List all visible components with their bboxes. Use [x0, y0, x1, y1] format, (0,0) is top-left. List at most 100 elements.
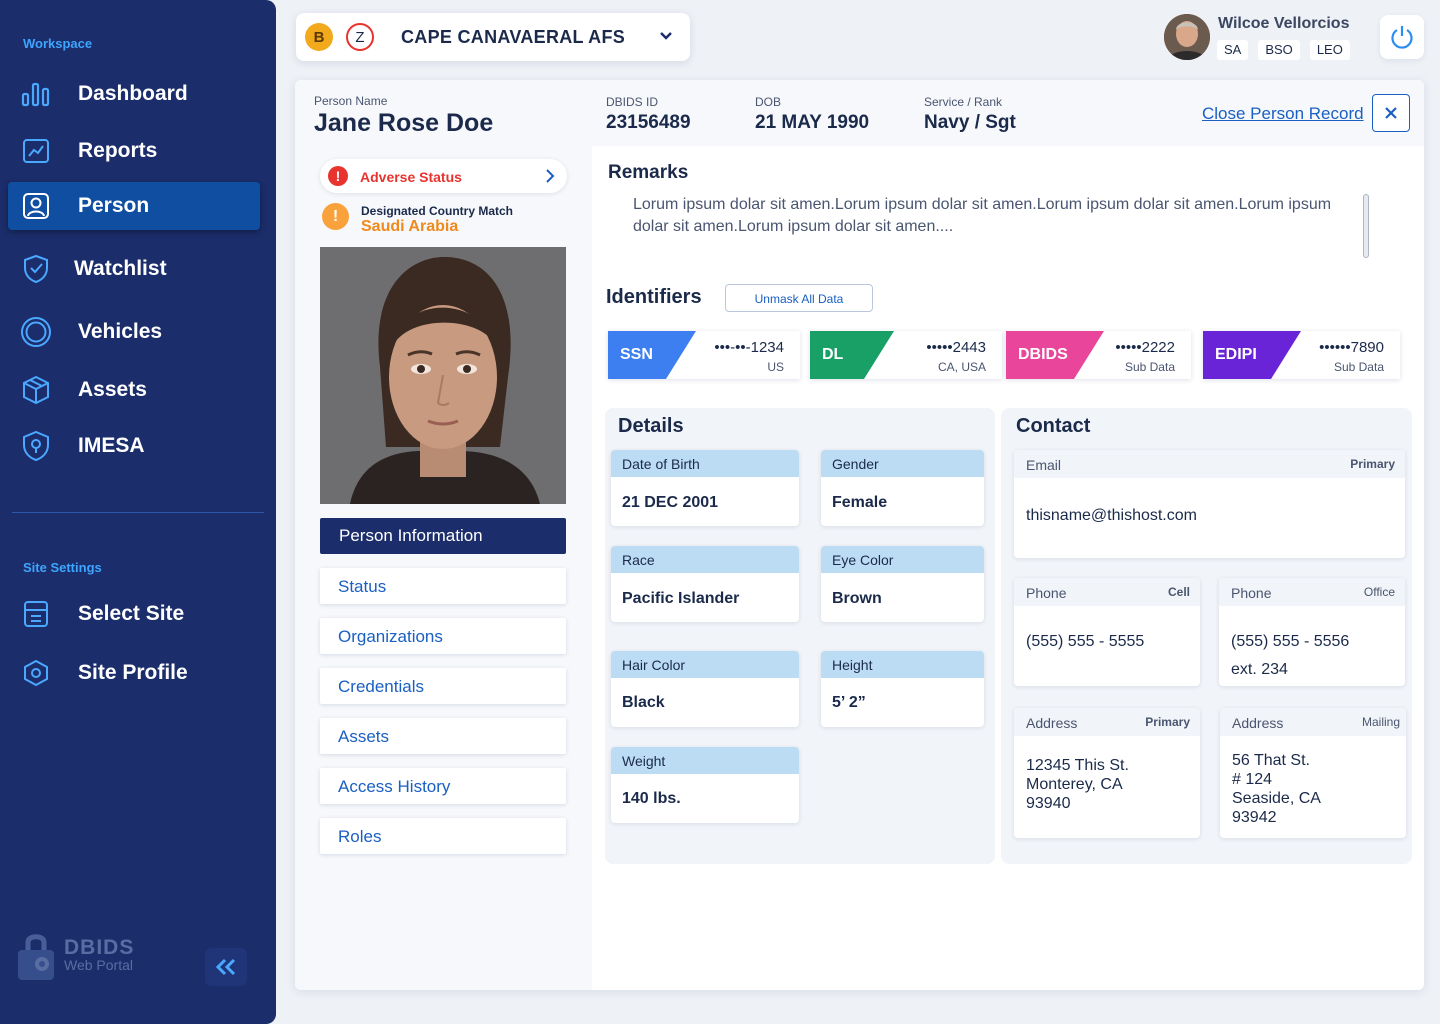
address-line: 93942 — [1232, 809, 1277, 826]
dbids-id-label: DBIDS ID — [606, 95, 659, 109]
hexagon-settings-icon — [20, 657, 52, 689]
address-line: 56 That St. — [1232, 752, 1310, 769]
dbids-id: 23156489 — [606, 112, 691, 133]
email-primary-tag: Primary — [1350, 457, 1395, 471]
field-label-text: Email — [1026, 457, 1062, 473]
phone-cell-value[interactable]: (555) 555 - 5555 — [1026, 632, 1144, 651]
detail-field-height: Height 5’ 2” — [821, 651, 984, 727]
service-rank-label: Service / Rank — [924, 95, 1003, 109]
field-label: Email Primary — [1014, 450, 1405, 478]
shield-check-icon — [20, 253, 52, 285]
identifier-sub: US — [767, 360, 784, 374]
person-header: Person Name Jane Rose Doe DBIDS ID 23156… — [295, 80, 1424, 146]
tab-credentials[interactable]: Credentials — [320, 668, 566, 704]
address-line: # 124 — [1232, 771, 1273, 788]
collapse-sidebar-button[interactable] — [205, 948, 247, 986]
logo-subtitle: Web Portal — [64, 957, 133, 973]
sidebar-item-person[interactable]: Person — [8, 182, 260, 230]
close-button[interactable] — [1372, 94, 1410, 132]
service-rank-value: Navy / Sgt — [924, 112, 1016, 133]
lock-icon — [18, 934, 54, 980]
dob-value: 21 MAY 1990 — [755, 112, 870, 133]
field-label-text: Phone — [1026, 585, 1067, 601]
identifier-type: DBIDS — [1018, 346, 1068, 363]
identifier-value: •••-••-1234 — [714, 339, 784, 356]
sidebar-item-dashboard[interactable]: Dashboard — [8, 70, 260, 118]
detail-field-hair-color: Hair Color Black — [611, 651, 799, 727]
contact-phone-office-field: Phone Office (555) 555 - 5556 ext. 234 — [1219, 578, 1405, 686]
sidebar-item-reports[interactable]: Reports — [8, 127, 260, 175]
address-mailing-tag: Mailing — [1361, 715, 1400, 729]
field-label: Address Primary — [1014, 708, 1200, 736]
detail-field-eye-color: Eye Color Brown — [821, 546, 984, 622]
identifier-type: DL — [822, 346, 844, 363]
sidebar-item-label: Dashboard — [78, 82, 188, 105]
phone-office-tag: Office — [1363, 585, 1395, 599]
identifier-value: •••••2222 — [1115, 339, 1175, 356]
steering-wheel-icon — [20, 316, 52, 348]
scrollbar-thumb[interactable] — [1363, 194, 1369, 258]
sidebar-item-vehicles[interactable]: Vehicles — [8, 308, 260, 356]
phone-office-value[interactable]: (555) 555 - 5556 — [1231, 632, 1349, 651]
avatar[interactable] — [1164, 14, 1210, 60]
field-value: Female — [832, 494, 888, 511]
field-label: Address Mailing — [1220, 708, 1406, 736]
identifier-sub: Sub Data — [1333, 360, 1384, 374]
identifier-card-dl[interactable]: DL •••••2443 CA, USA — [810, 331, 1002, 379]
identifier-type: SSN — [620, 346, 653, 363]
sidebar-item-assets[interactable]: Assets — [8, 366, 260, 414]
logo-title: DBIDS — [64, 936, 135, 959]
alert-icon: ! — [328, 166, 348, 186]
tab-organizations[interactable]: Organizations — [320, 618, 566, 654]
tab-access-history[interactable]: Access History — [320, 768, 566, 804]
site-badge-b: B — [305, 23, 333, 51]
field-value: Black — [622, 694, 665, 711]
sidebar-item-select-site[interactable]: Select Site — [8, 590, 260, 638]
address-line: 93940 — [1026, 795, 1071, 812]
logout-button[interactable] — [1380, 15, 1424, 59]
phone-office-ext: ext. 234 — [1231, 661, 1288, 678]
identifier-card-dbids[interactable]: DBIDS •••••2222 Sub Data — [1006, 331, 1191, 379]
folder-list-icon — [20, 598, 52, 630]
field-label-text: Address — [1026, 715, 1078, 731]
field-label-text: Phone — [1231, 585, 1272, 601]
remarks-text: Lorum ipsum dolar sit amen.Lorum ipsum d… — [633, 196, 1332, 235]
field-label: Eye Color — [821, 546, 984, 573]
box-icon — [20, 374, 52, 406]
field-value: Pacific Islander — [622, 590, 740, 607]
sidebar-item-site-profile[interactable]: Site Profile — [8, 649, 260, 697]
details-panel: Details Date of Birth 21 DEC 2001 Gender… — [605, 408, 995, 864]
person-name-label: Person Name — [314, 94, 388, 108]
close-person-record-link[interactable]: Close Person Record — [1202, 104, 1364, 124]
tab-roles[interactable]: Roles — [320, 818, 566, 854]
tab-assets[interactable]: Assets — [320, 718, 566, 754]
bar-chart-icon — [20, 78, 52, 110]
remarks-scrollbar[interactable] — [1363, 194, 1369, 258]
field-value: 21 DEC 2001 — [622, 494, 719, 511]
sidebar-item-label: Person — [78, 194, 150, 217]
double-chevron-left-icon — [215, 958, 236, 976]
email-value[interactable]: thisname@thishost.com — [1026, 506, 1197, 525]
identifier-card-ssn[interactable]: SSN •••-••-1234 US — [608, 331, 800, 379]
address-primary-tag: Primary — [1145, 715, 1190, 729]
contact-panel: Contact Email Primary thisname@thishost.c… — [1001, 408, 1412, 864]
site-badge-z: Z — [346, 23, 374, 51]
person-name: Jane Rose Doe — [314, 109, 494, 137]
identifier-card-edipi[interactable]: EDIPI ••••••7890 Sub Data — [1203, 331, 1400, 379]
role-tag: LEO — [1309, 40, 1350, 60]
tab-person-information[interactable]: Person Information — [320, 518, 566, 554]
identifier-type: EDIPI — [1215, 346, 1257, 363]
identifier-sub: CA, USA — [937, 360, 986, 374]
person-record-card: Person Name Jane Rose Doe DBIDS ID 23156… — [295, 80, 1424, 990]
warning-icon: ! — [322, 203, 349, 230]
role-tag: BSO — [1258, 40, 1300, 60]
contact-address-mailing-field: Address Mailing 56 That St. # 124 Seaside… — [1220, 708, 1406, 838]
adverse-status-button[interactable]: ! Adverse Status — [320, 159, 567, 193]
site-selector[interactable]: B Z CAPE CANAVAERAL AFS — [296, 13, 690, 61]
tab-status[interactable]: Status — [320, 568, 566, 604]
sidebar-item-watchlist[interactable]: Watchlist — [8, 245, 260, 293]
unmask-all-data-button[interactable]: Unmask All Data — [725, 284, 873, 312]
field-label: Hair Color — [611, 651, 799, 678]
sidebar-item-imesa[interactable]: IMESA — [8, 422, 260, 470]
detail-field-dob: Date of Birth 21 DEC 2001 — [611, 450, 799, 526]
